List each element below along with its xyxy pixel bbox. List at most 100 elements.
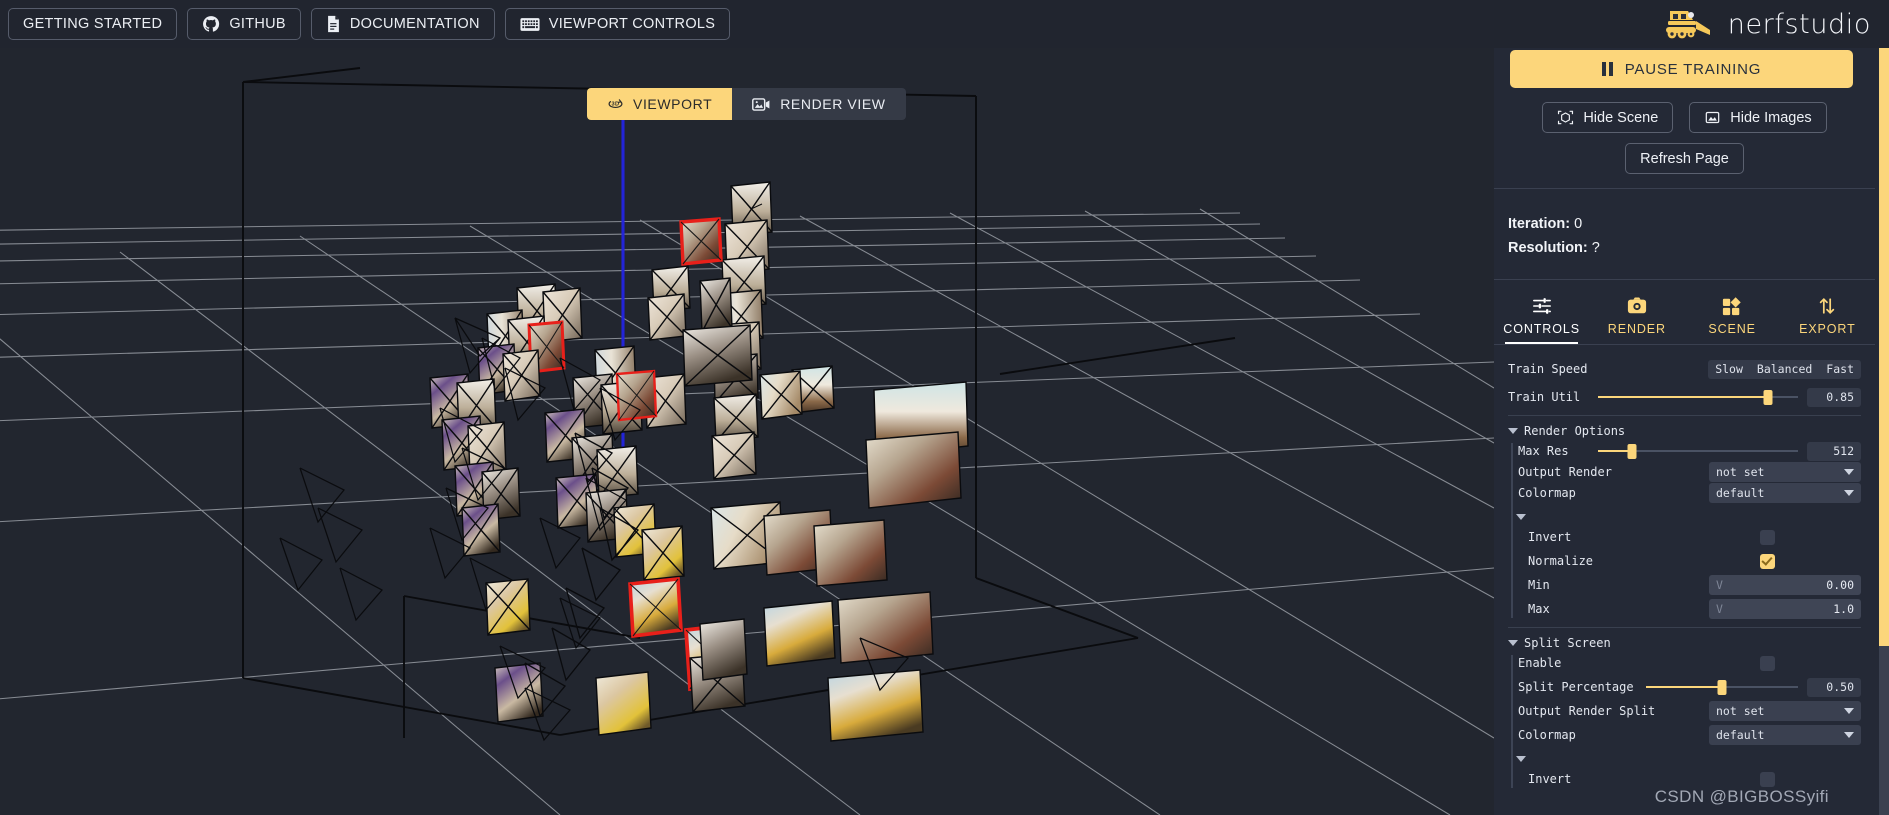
github-button[interactable]: GITHUB <box>187 8 301 40</box>
pause-icon <box>1601 62 1613 76</box>
split-colormap-dropdown[interactable]: default <box>1709 725 1861 746</box>
chevron-down-icon <box>1844 469 1854 476</box>
split-percentage-value[interactable]: 0.50 <box>1807 677 1861 697</box>
svg-text:3D: 3D <box>611 101 619 107</box>
tab-render-label: RENDER <box>1607 321 1666 336</box>
training-stats: Iteration: 0 Resolution: ? <box>1508 213 1875 261</box>
camera-frustum <box>813 519 888 587</box>
split-colormap-label: Colormap <box>1518 728 1576 743</box>
refresh-page-button[interactable]: Refresh Page <box>1625 143 1744 174</box>
colormap-dropdown[interactable]: default <box>1709 483 1861 504</box>
documentation-label: DOCUMENTATION <box>349 16 480 32</box>
camera-frustum <box>759 370 803 420</box>
split-percentage-knob[interactable] <box>1717 679 1727 695</box>
side-panel: PAUSE TRAINING Hide Scene Hide Images Re… <box>1494 38 1889 815</box>
camera-frustum <box>461 503 501 557</box>
panel-scrollbar-thumb[interactable] <box>1879 38 1889 646</box>
panel-tab-group[interactable]: CONTROLS RENDER SCENE EXPORT <box>1494 290 1875 344</box>
keyboard-icon <box>520 17 540 31</box>
train-speed-segmented[interactable]: Slow Balanced Fast <box>1708 359 1861 379</box>
chevron-down-icon <box>1508 639 1518 646</box>
camera-frustum <box>827 669 924 742</box>
output-render-value: not set <box>1716 465 1765 480</box>
getting-started-button[interactable]: GETTING STARTED <box>8 8 178 40</box>
chevron-down-icon <box>1844 708 1854 715</box>
image-icon <box>1705 111 1720 124</box>
row-max: Max V 1.0 <box>1494 599 1875 620</box>
viewport-tab-group[interactable]: 3D VIEWPORT RENDER VIEW <box>587 88 906 120</box>
row-output-render-split: Output Render Split not set <box>1494 701 1875 722</box>
train-util-slider[interactable] <box>1598 388 1798 407</box>
controls-list: Train Speed Slow Balanced Fast Train Uti… <box>1494 345 1875 790</box>
brand-name: nerfstudio <box>1727 8 1871 40</box>
split-percentage-slider[interactable] <box>1646 678 1798 697</box>
iteration-label: Iteration: <box>1508 216 1571 232</box>
max-res-slider[interactable] <box>1598 442 1798 461</box>
train-util-knob[interactable] <box>1763 389 1773 405</box>
camera-frustum <box>711 431 757 480</box>
train-util-value[interactable]: 0.85 <box>1807 387 1861 407</box>
camera-frustum <box>641 525 685 581</box>
viewport-controls-button[interactable]: VIEWPORT CONTROLS <box>504 8 731 40</box>
row-output-render: Output Render not set <box>1494 462 1875 483</box>
resolution-value: ? <box>1591 239 1600 256</box>
camera-frustum-selected <box>628 577 683 639</box>
max-res-knob[interactable] <box>1627 443 1637 459</box>
train-speed-option-fast[interactable]: Fast <box>1819 360 1861 379</box>
split-screen-group: Enable Split Percentage 0.50 Output Rend… <box>1494 653 1875 790</box>
row-invert: Invert <box>1494 527 1875 548</box>
documentation-button[interactable]: DOCUMENTATION <box>310 8 495 40</box>
output-render-split-value: not set <box>1716 704 1765 719</box>
max-input[interactable]: V 1.0 <box>1709 599 1861 620</box>
max-res-value[interactable]: 512 <box>1807 441 1861 461</box>
tab-render-view[interactable]: RENDER VIEW <box>732 88 906 120</box>
render-options-header[interactable]: Render Options <box>1494 421 1875 441</box>
split-screen-header[interactable]: Split Screen <box>1494 633 1875 653</box>
min-input[interactable]: V 0.00 <box>1709 575 1861 596</box>
tab-render[interactable]: RENDER <box>1589 290 1684 344</box>
arrows-updown-icon <box>1820 298 1835 314</box>
scene-cube-icon <box>1558 110 1574 125</box>
document-icon <box>328 15 339 33</box>
iteration-value: 0 <box>1574 216 1583 232</box>
tab-scene[interactable]: SCENE <box>1685 290 1780 344</box>
pause-training-label: PAUSE TRAINING <box>1624 60 1762 78</box>
camera-frustum-selected <box>679 217 723 266</box>
row-split-invert: Invert <box>1494 769 1875 790</box>
group-guide-line <box>1511 654 1513 788</box>
hide-images-button[interactable]: Hide Images <box>1689 102 1827 133</box>
train-util-label: Train Util <box>1508 390 1581 405</box>
tab-viewport[interactable]: 3D VIEWPORT <box>587 88 733 120</box>
3d-viewport[interactable]: 3D VIEWPORT RENDER VIEW <box>0 38 1494 815</box>
chevron-down-icon <box>1508 427 1518 434</box>
chevron-down-icon <box>1516 513 1526 520</box>
render-suboptions-header[interactable] <box>1494 507 1875 527</box>
normalize-checkbox[interactable] <box>1760 553 1775 569</box>
refresh-button-row: Refresh Page <box>1494 143 1875 174</box>
tab-scene-label: SCENE <box>1708 321 1756 336</box>
train-speed-label: Train Speed <box>1508 362 1588 377</box>
controls-separator-2 <box>1508 626 1861 628</box>
grid-shapes-icon <box>1723 297 1741 315</box>
chevron-down-icon <box>1844 732 1854 739</box>
top-toolbar: GETTING STARTED GITHUB DOCUMENTATION VIE… <box>0 0 1889 48</box>
split-suboptions-header[interactable] <box>1494 749 1875 769</box>
split-percentage-label: Split Percentage <box>1518 680 1634 695</box>
row-colormap: Colormap default <box>1494 483 1875 504</box>
panel-scrollbar-track[interactable] <box>1879 38 1889 815</box>
train-speed-option-balanced[interactable]: Balanced <box>1750 360 1819 379</box>
output-render-split-dropdown[interactable]: not set <box>1709 701 1861 722</box>
tab-export[interactable]: EXPORT <box>1780 290 1875 344</box>
min-label: Min <box>1528 578 1550 593</box>
train-speed-option-slow[interactable]: Slow <box>1708 360 1750 379</box>
invert-checkbox[interactable] <box>1760 529 1775 545</box>
output-render-dropdown[interactable]: not set <box>1709 462 1861 483</box>
controls-separator-1 <box>1508 414 1861 416</box>
tab-controls[interactable]: CONTROLS <box>1494 290 1589 344</box>
pause-training-button[interactable]: PAUSE TRAINING <box>1510 50 1853 88</box>
camera-frustum <box>699 277 733 333</box>
hide-scene-button[interactable]: Hide Scene <box>1542 102 1674 133</box>
3d-scene-canvas[interactable] <box>0 38 1494 815</box>
split-invert-checkbox[interactable] <box>1760 771 1775 787</box>
split-enable-checkbox[interactable] <box>1760 655 1775 671</box>
